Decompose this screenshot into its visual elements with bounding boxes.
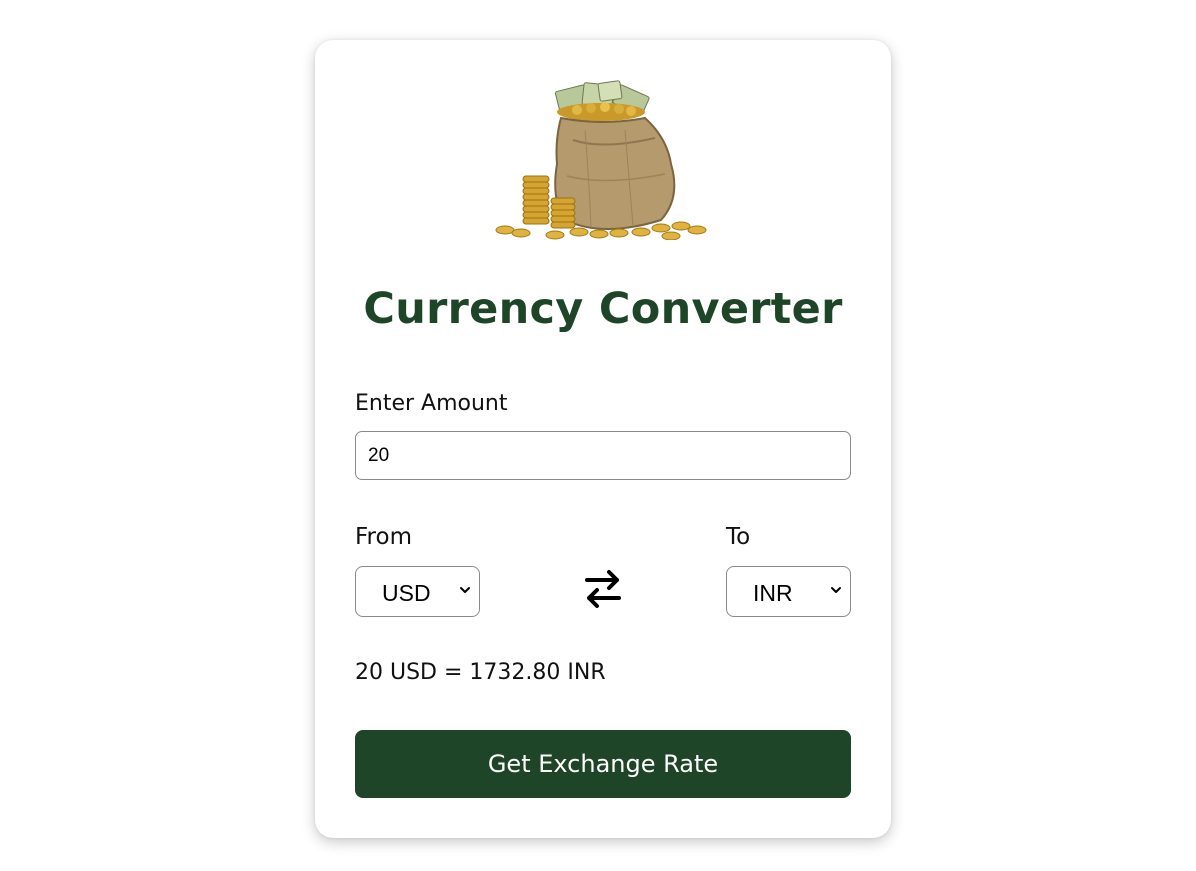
from-currency-value: USD (382, 580, 431, 606)
chevron-down-icon (460, 587, 470, 593)
page-title: Currency Converter (363, 284, 843, 334)
to-currency-value: INR (753, 580, 793, 606)
conversion-result: 20 USD = 1732.80 INR (355, 660, 606, 685)
money-bag-image (495, 80, 711, 240)
from-label: From (355, 524, 412, 550)
from-currency-select[interactable]: USD (355, 566, 480, 617)
amount-input[interactable] (355, 431, 851, 480)
get-exchange-rate-button[interactable]: Get Exchange Rate (355, 730, 851, 798)
chevron-down-icon (831, 587, 841, 593)
amount-label: Enter Amount (355, 391, 508, 416)
converter-card: Currency Converter Enter Amount From USD… (315, 40, 891, 838)
to-currency-select[interactable]: INR (726, 566, 851, 617)
swap-arrows-icon[interactable] (583, 567, 623, 611)
to-label: To (726, 524, 751, 550)
